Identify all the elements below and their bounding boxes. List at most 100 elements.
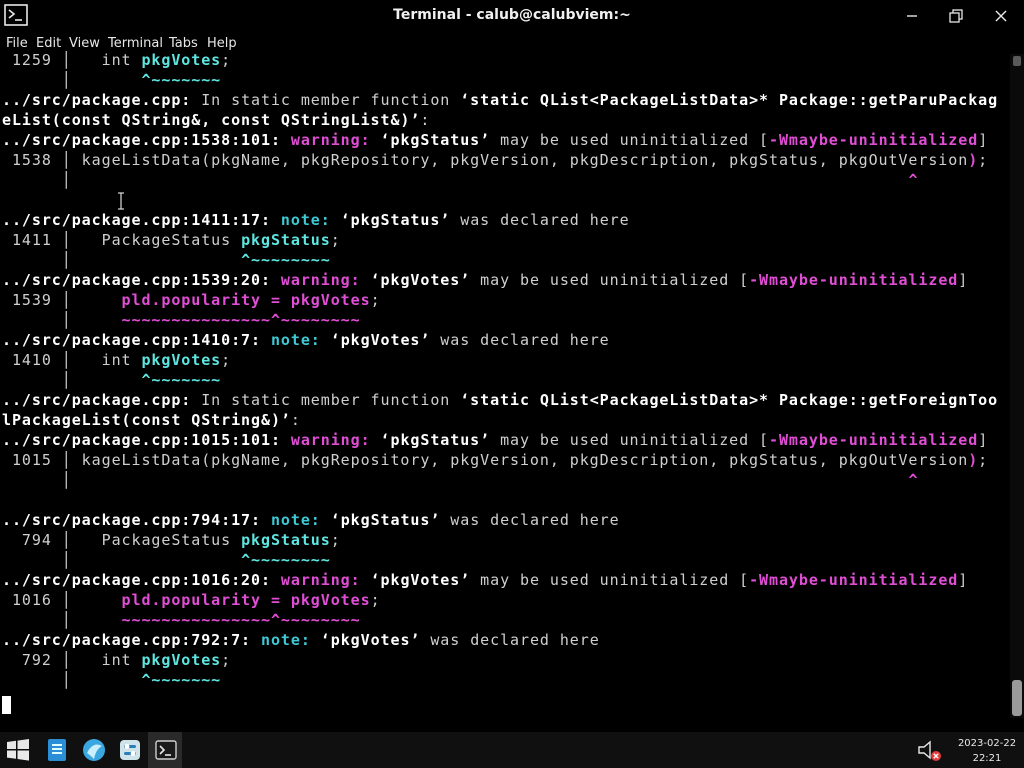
terminal-text-segment: │ xyxy=(2,551,242,569)
terminal-text-segment: 1259 │ int xyxy=(2,51,142,69)
terminal-line: │ ^~~~~~~~ xyxy=(2,70,221,90)
terminal-text-segment: │ xyxy=(2,311,122,329)
terminal-text-segment: │ xyxy=(2,251,242,269)
terminal-text-segment: ^ xyxy=(908,171,919,189)
close-icon[interactable] xyxy=(991,6,1011,26)
terminal-text-segment: ; xyxy=(330,231,341,249)
terminal-text-segment: ; xyxy=(221,51,232,69)
terminal-line: eList(const QString&, const QStringList&… xyxy=(2,110,430,130)
taskbar-clock[interactable]: 2023-02-22 22:21 xyxy=(950,736,1024,766)
terminal-line: │ ^~~~~~~~ xyxy=(2,370,221,390)
terminal-text-segment: ‘pkgVotes’ xyxy=(370,571,471,589)
terminal-text-segment: In static member function xyxy=(191,391,461,409)
terminal-line: 1411 │ PackageStatus pkgStatus; xyxy=(2,230,341,250)
terminal-text-segment: 1410 │ int xyxy=(2,351,142,369)
browser-icon[interactable] xyxy=(81,737,107,763)
terminal-line: 1539 │ pld.popularity = pkgVotes; xyxy=(2,290,381,310)
terminal-text-segment: ‘static QList<PackageListData>* Package:… xyxy=(460,391,999,409)
maximize-icon[interactable] xyxy=(946,6,966,26)
menu-terminal[interactable]: Terminal xyxy=(108,36,163,51)
terminal-text-segment: warning: xyxy=(290,131,371,149)
terminal-line: 1016 │ pld.popularity = pkgVotes; xyxy=(2,590,381,610)
taskbar: 2023-02-22 22:21 xyxy=(0,732,1024,768)
terminal-text-segment: ; xyxy=(330,531,341,549)
terminal-line: ../src/package.cpp:1411:17: note: ‘pkgSt… xyxy=(2,210,630,230)
menu-view[interactable]: View xyxy=(69,36,100,51)
terminal-text-segment: was declared here xyxy=(450,211,630,229)
scrollbar-track-marker xyxy=(1013,56,1021,66)
title-bar: Terminal - calub@calubviem:~ xyxy=(0,0,1024,32)
terminal-text-segment: pkgVotes xyxy=(141,351,222,369)
terminal-text-segment: pkgStatus xyxy=(241,531,331,549)
terminal-text-segment: pkgVotes xyxy=(141,51,222,69)
terminal-text-segment: ^~~~~~~~ xyxy=(141,71,222,89)
menu-tabs[interactable]: Tabs xyxy=(169,36,198,51)
terminal-text-segment: │ xyxy=(2,71,142,89)
terminal-line: ../src/package.cpp:792:7: note: ‘pkgVote… xyxy=(2,630,600,650)
terminal-line: ../src/package.cpp: In static member fun… xyxy=(2,90,998,110)
taskbar-terminal-button[interactable] xyxy=(148,732,182,768)
terminal-text-segment: │ xyxy=(2,471,909,489)
terminal-text-segment: pkgVotes xyxy=(141,651,222,669)
terminal-line: │ ~~~~~~~~~~~~~~~^~~~~~~~~ xyxy=(2,610,361,630)
terminal-text-segment: │ xyxy=(2,371,142,389)
terminal-text-segment: eList(const QString&, const QStringList&… xyxy=(2,111,421,129)
terminal-text-segment: ^ xyxy=(908,471,919,489)
terminal-text-segment: ‘pkgStatus’ xyxy=(380,431,491,449)
terminal-text-segment: ../src/package.cpp:1539:20: xyxy=(2,271,271,289)
clock-time: 22:21 xyxy=(972,753,1002,764)
terminal-output[interactable]: 1259 │ int pkgVotes; │ ^~~~~~~~ ../src/pa… xyxy=(0,50,1010,718)
menu-help[interactable]: Help xyxy=(207,36,237,51)
terminal-line: lPackageList(const QString&)’: xyxy=(2,410,301,430)
terminal-text-segment: lPackageList(const QString&)’ xyxy=(2,411,291,429)
window-title: Terminal - calub@calubviem:~ xyxy=(393,7,631,23)
terminal-text-segment: ../src/package.cpp:792:7: xyxy=(2,631,252,649)
terminal-text-segment: ] xyxy=(978,431,989,449)
settings-icon[interactable] xyxy=(117,737,143,763)
terminal-text-segment: ‘pkgVotes’ xyxy=(370,271,471,289)
terminal-text-segment: ; xyxy=(370,291,381,309)
terminal-text-segment: warning: xyxy=(290,431,371,449)
terminal-line: 1410 │ int pkgVotes; xyxy=(2,350,231,370)
terminal-text-segment: ../src/package.cpp:1538:101: xyxy=(2,131,281,149)
terminal-text-segment: pkgStatus xyxy=(241,231,331,249)
terminal-text-segment: ‘pkgStatus’ xyxy=(330,511,441,529)
terminal-text-segment: ; xyxy=(978,151,989,169)
terminal-text-segment: ) xyxy=(968,451,979,469)
terminal-text-segment: pld.popularity = pkgVotes xyxy=(121,591,371,609)
terminal-text-segment: was declared here xyxy=(440,511,620,529)
terminal-text-segment: ../src/package.cpp:1410:7: xyxy=(2,331,261,349)
terminal-text-segment: ] xyxy=(958,571,969,589)
scrollbar[interactable] xyxy=(1010,54,1024,718)
file-manager-icon[interactable] xyxy=(44,737,70,763)
terminal-text-segment: ^~~~~~~~~ xyxy=(241,251,331,269)
terminal-text-segment: 1015 │ kageListData(pkgName, pkgReposito… xyxy=(2,451,969,469)
terminal-text-segment: ../src/package.cpp: xyxy=(2,91,192,109)
scrollbar-thumb[interactable] xyxy=(1012,680,1022,716)
terminal-text-segment: ] xyxy=(958,271,969,289)
terminal-text-segment: note: xyxy=(270,331,321,349)
terminal-text-segment: warning: xyxy=(280,271,361,289)
windows-start-icon[interactable] xyxy=(5,737,31,763)
terminal-text-segment: was declared here xyxy=(420,631,600,649)
terminal-text-segment: note: xyxy=(280,211,331,229)
terminal-text-segment: ) xyxy=(968,151,979,169)
volume-muted-icon[interactable] xyxy=(916,737,942,763)
terminal-text-segment: warning: xyxy=(280,571,361,589)
menu-file[interactable]: File xyxy=(6,36,28,51)
menu-edit[interactable]: Edit xyxy=(36,36,61,51)
minimize-icon[interactable] xyxy=(902,6,922,26)
terminal-text-segment: ] xyxy=(978,131,989,149)
terminal-line: 794 │ PackageStatus pkgStatus; xyxy=(2,530,341,550)
terminal-text-segment: ‘static QList<PackageListData>* Package:… xyxy=(460,91,999,109)
terminal-text-segment: 1016 │ xyxy=(2,591,122,609)
